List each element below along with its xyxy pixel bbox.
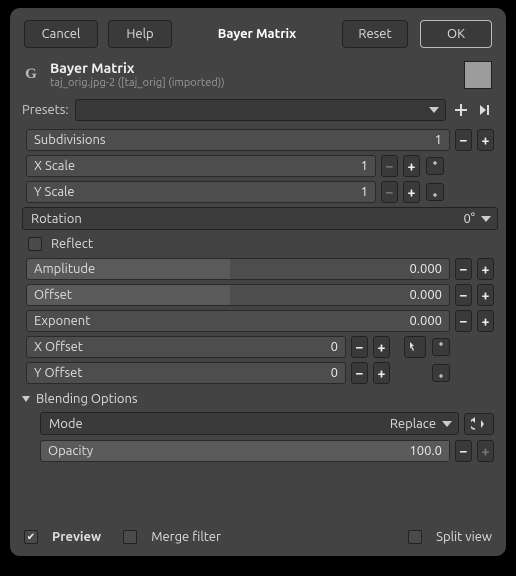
offset-link-top-icon[interactable]	[432, 338, 450, 356]
offset-slider[interactable]: Offset 0.000	[26, 284, 450, 306]
chevron-down-icon	[442, 421, 452, 427]
chevron-down-icon	[429, 107, 439, 113]
yscale-label: Y Scale	[34, 185, 75, 199]
xoffset-value: 0	[331, 340, 338, 354]
split-view-checkbox[interactable]	[408, 530, 422, 544]
xscale-label: X Scale	[34, 159, 75, 173]
xoffset-label: X Offset	[34, 340, 83, 354]
dialog-body: Subdivisions 1 − + X Scale 1 − + Y Scale…	[10, 127, 506, 524]
yoffset-decrement[interactable]: −	[351, 362, 368, 384]
yscale-increment[interactable]: +	[403, 181, 420, 203]
presets-row: Presets:	[10, 95, 506, 127]
yoffset-value: 0	[331, 366, 338, 380]
dialog-footer: Preview Merge filter Split view	[10, 524, 506, 556]
blending-options-toggle[interactable]: Blending Options	[22, 388, 494, 408]
mode-dropdown[interactable]: Mode Replace	[40, 412, 459, 435]
scale-link-top-icon[interactable]	[426, 157, 444, 175]
cancel-button[interactable]: Cancel	[24, 20, 98, 48]
amplitude-increment[interactable]: +	[477, 258, 494, 280]
amplitude-value: 0.000	[409, 262, 442, 276]
yscale-decrement: −	[381, 181, 398, 203]
subdivisions-slider[interactable]: Subdivisions 1	[26, 129, 450, 151]
reflect-checkbox[interactable]	[28, 237, 42, 251]
yoffset-label: Y Offset	[34, 366, 82, 380]
rotation-label: Rotation	[31, 212, 82, 226]
dialog-operation-label: Bayer Matrix	[208, 27, 306, 41]
amplitude-label: Amplitude	[34, 262, 95, 276]
opacity-increment: +	[477, 440, 494, 462]
preview-label: Preview	[52, 530, 101, 544]
opacity-decrement[interactable]: −	[455, 440, 472, 462]
xoffset-decrement[interactable]: −	[351, 336, 368, 358]
preset-add-button[interactable]	[452, 101, 470, 119]
yscale-value: 1	[361, 185, 368, 199]
rotation-value: 0°	[463, 212, 475, 226]
help-button[interactable]: Help	[108, 20, 172, 48]
dialog-buttons: Cancel Help Bayer Matrix Reset OK	[10, 8, 506, 58]
exponent-decrement[interactable]: −	[455, 310, 472, 332]
offset-link-bottom-icon[interactable]	[432, 364, 450, 382]
offset-label: Offset	[34, 288, 72, 302]
subdivisions-value: 1	[435, 133, 442, 147]
exponent-slider[interactable]: Exponent 0.000	[26, 310, 450, 332]
reflect-row: Reflect	[26, 234, 494, 254]
xoffset-slider[interactable]: X Offset 0	[26, 336, 346, 358]
chevron-down-icon	[22, 396, 30, 402]
offset-decrement[interactable]: −	[455, 284, 472, 306]
chevron-down-icon	[481, 216, 491, 222]
scale-link-bottom-icon[interactable]	[426, 183, 444, 201]
presets-label: Presets:	[22, 103, 69, 117]
preset-menu-button[interactable]	[476, 101, 494, 119]
foreground-color-swatch[interactable]	[464, 61, 492, 89]
presets-dropdown[interactable]	[75, 99, 446, 121]
xscale-slider[interactable]: X Scale 1	[26, 155, 376, 177]
header-title: Bayer Matrix	[50, 60, 456, 76]
xscale-value: 1	[361, 159, 368, 173]
subdivisions-decrement[interactable]: −	[455, 129, 472, 151]
split-view-label: Split view	[436, 530, 492, 544]
mode-value: Replace	[390, 417, 436, 431]
reflect-label: Reflect	[51, 237, 93, 251]
pick-offset-button[interactable]	[404, 336, 426, 358]
offset-value: 0.000	[409, 288, 442, 302]
reset-button[interactable]: Reset	[342, 20, 408, 48]
offset-increment[interactable]: +	[477, 284, 494, 306]
opacity-slider[interactable]: Opacity 100.0	[40, 440, 450, 462]
dialog-header: G Bayer Matrix taj_orig.jpg-2 ([taj_orig…	[10, 58, 506, 95]
ok-button[interactable]: OK	[420, 20, 492, 48]
exponent-value: 0.000	[409, 314, 442, 328]
rotation-dropdown[interactable]: Rotation 0°	[22, 207, 498, 230]
xscale-decrement: −	[381, 155, 398, 177]
yscale-slider[interactable]: Y Scale 1	[26, 181, 376, 203]
yoffset-slider[interactable]: Y Offset 0	[26, 362, 346, 384]
opacity-value: 100.0	[409, 444, 442, 458]
yoffset-increment[interactable]: +	[373, 362, 390, 384]
dialog: Cancel Help Bayer Matrix Reset OK G Baye…	[10, 8, 506, 556]
subdivisions-label: Subdivisions	[34, 133, 106, 147]
subdivisions-increment[interactable]: +	[477, 129, 494, 151]
gimp-icon: G	[20, 64, 42, 86]
blending-options-label: Blending Options	[36, 392, 138, 406]
mode-label: Mode	[49, 417, 83, 431]
xscale-increment[interactable]: +	[403, 155, 420, 177]
preview-checkbox[interactable]	[24, 530, 38, 544]
exponent-label: Exponent	[34, 314, 90, 328]
amplitude-slider[interactable]: Amplitude 0.000	[26, 258, 450, 280]
amplitude-decrement[interactable]: −	[455, 258, 472, 280]
xoffset-increment[interactable]: +	[373, 336, 390, 358]
mode-switch-button[interactable]	[464, 413, 494, 435]
merge-filter-checkbox[interactable]	[123, 530, 137, 544]
merge-filter-label: Merge filter	[151, 530, 221, 544]
header-subtitle: taj_orig.jpg-2 ([taj_orig] (imported))	[50, 77, 456, 89]
opacity-label: Opacity	[48, 444, 93, 458]
exponent-increment[interactable]: +	[477, 310, 494, 332]
